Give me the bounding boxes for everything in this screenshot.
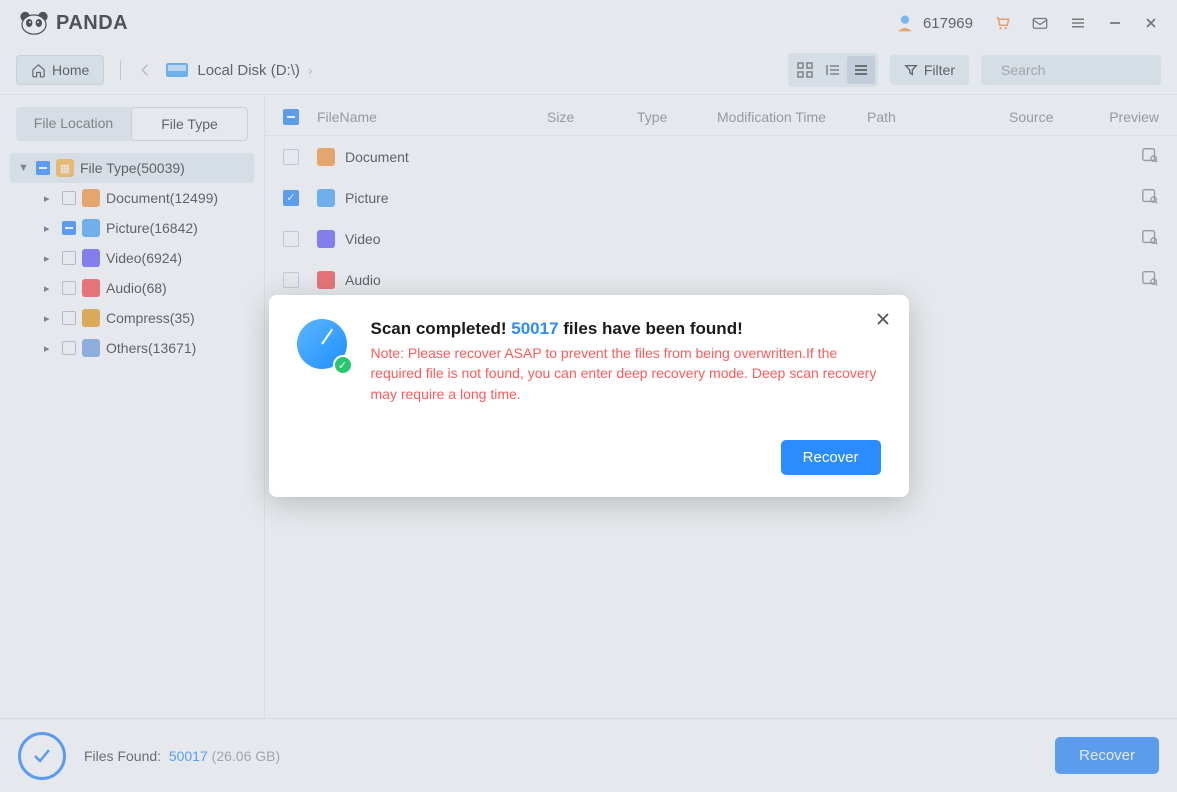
close-icon bbox=[875, 311, 891, 327]
scan-complete-dialog: ✓ Scan completed! 50017 files have been … bbox=[269, 295, 909, 497]
recover-button[interactable]: Recover bbox=[781, 440, 881, 475]
scan-success-icon: ✓ bbox=[297, 319, 351, 373]
dialog-close-button[interactable] bbox=[875, 311, 891, 332]
dialog-note: Note: Please recover ASAP to prevent the… bbox=[371, 343, 881, 404]
dialog-title: Scan completed! 50017 files have been fo… bbox=[371, 319, 881, 339]
modal-overlay: ✓ Scan completed! 50017 files have been … bbox=[0, 0, 1177, 792]
